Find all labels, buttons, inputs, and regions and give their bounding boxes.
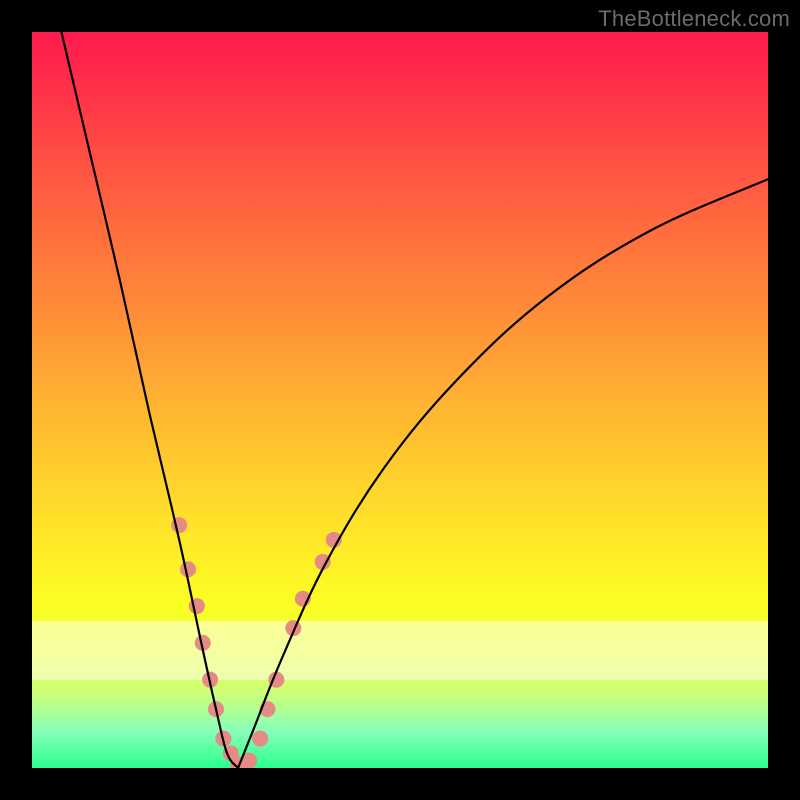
right-branch-curve xyxy=(238,179,768,768)
watermark-text: TheBottleneck.com xyxy=(598,6,790,32)
plot-area xyxy=(32,32,768,768)
curve-marker xyxy=(252,731,268,747)
chart-frame: TheBottleneck.com xyxy=(0,0,800,800)
curve-marker xyxy=(180,561,196,577)
left-branch-curve xyxy=(61,32,238,768)
curve-layer xyxy=(32,32,768,768)
marker-group xyxy=(171,517,342,768)
